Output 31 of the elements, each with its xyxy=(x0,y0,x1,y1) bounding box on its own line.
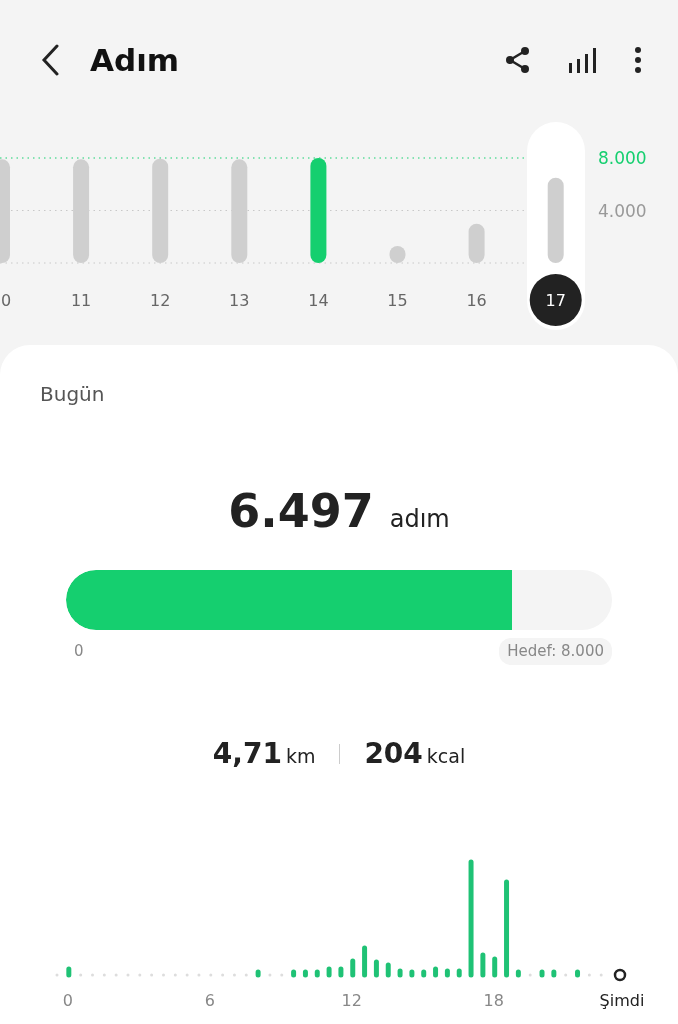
now-label: Şimdi xyxy=(599,990,645,1010)
bar-chart-icon[interactable] xyxy=(568,47,598,73)
distance-value: 4,71 xyxy=(212,735,282,772)
back-icon[interactable] xyxy=(40,44,60,76)
day-label: 11 xyxy=(70,291,92,310)
step-count: 6.497 xyxy=(228,483,374,540)
calories-value: 204 xyxy=(364,735,423,772)
y-axis-label: 4.000 xyxy=(598,200,647,221)
calories-unit: kcal xyxy=(426,743,466,769)
x-axis-label: 0 xyxy=(62,990,73,1010)
day-label: 17 xyxy=(545,291,566,310)
progress-start-label: 0 xyxy=(74,641,84,662)
day-label: 0 xyxy=(0,291,12,310)
goal-label: Hedef: 8.000 xyxy=(499,638,612,665)
day-label: 14 xyxy=(308,291,329,310)
day-label: 12 xyxy=(150,291,171,310)
x-axis-label: 12 xyxy=(341,990,362,1010)
day-label: 16 xyxy=(466,291,487,310)
section-label: Bugün xyxy=(40,381,106,408)
y-axis-label: 8.000 xyxy=(598,148,647,168)
more-options-icon[interactable] xyxy=(634,46,642,74)
x-axis-label: 18 xyxy=(483,990,504,1010)
step-unit: adım xyxy=(389,504,450,535)
page-title: Adım xyxy=(90,40,181,80)
distance-unit: km xyxy=(285,743,316,769)
now-marker-icon xyxy=(613,968,627,981)
day-label: 15 xyxy=(387,291,408,310)
x-axis-label: 6 xyxy=(204,990,215,1010)
share-icon[interactable] xyxy=(504,46,532,74)
selected-day-circle xyxy=(529,274,582,326)
day-label: 13 xyxy=(229,291,250,310)
